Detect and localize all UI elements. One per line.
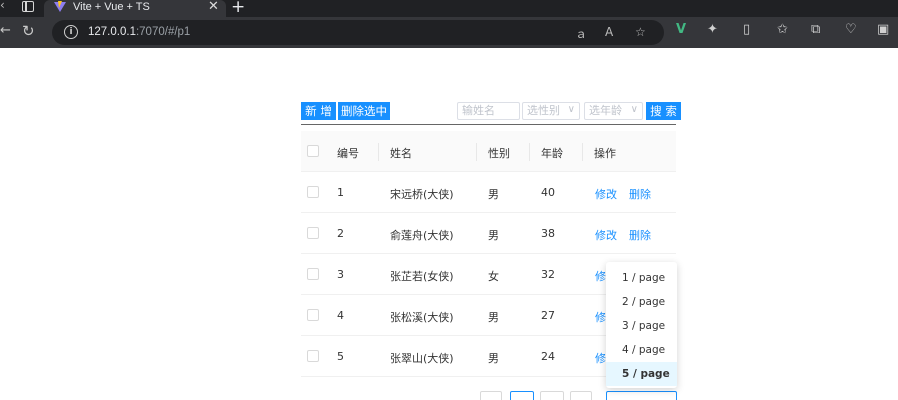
favorite-star-icon[interactable]: ☆ — [635, 25, 646, 39]
edit-link[interactable]: 修改 — [595, 227, 617, 243]
column-header-name: 姓名 — [390, 147, 412, 160]
row-checkbox[interactable] — [307, 268, 319, 280]
page-size-option[interactable]: 3 / page — [606, 314, 677, 338]
column-divider — [529, 143, 530, 161]
column-divider — [476, 143, 477, 161]
tab-actions-icon[interactable] — [22, 1, 34, 12]
prev-page-button[interactable] — [480, 391, 502, 400]
row-gender: 男 — [488, 311, 499, 324]
edit-link[interactable]: 修 — [595, 309, 606, 325]
row-name: 宋远桥(大侠) — [390, 188, 454, 201]
column-header-age: 年龄 — [541, 147, 563, 160]
row-gender: 女 — [488, 270, 499, 283]
browser-tab-bar: ‹ Vite + Vue + TS ✕ + — [0, 0, 898, 17]
name-search-input[interactable]: 输姓名 — [457, 102, 520, 120]
row-gender: 男 — [488, 188, 499, 201]
select-all-checkbox[interactable] — [307, 145, 319, 157]
age-select-placeholder: 选年龄 — [589, 104, 622, 117]
row-age: 32 — [541, 268, 555, 281]
column-header-id: 编号 — [337, 147, 359, 160]
browser-tab[interactable]: Vite + Vue + TS ✕ — [44, 0, 226, 17]
page-size-option[interactable]: 2 / page — [606, 290, 677, 314]
page-size-select[interactable] — [606, 391, 677, 400]
edit-link[interactable]: 修改 — [595, 186, 617, 202]
delete-link[interactable]: 删除 — [629, 227, 651, 243]
row-id: 4 — [337, 309, 344, 322]
tab-title: Vite + Vue + TS — [73, 1, 150, 13]
collections-icon[interactable]: ⧉ — [811, 22, 820, 37]
column-header-actions: 操作 — [594, 147, 616, 160]
tab-close-icon[interactable]: ✕ — [208, 0, 219, 14]
page-size-option[interactable]: 4 / page — [606, 338, 677, 362]
row-age: 38 — [541, 227, 555, 240]
table-row: 2 俞莲舟(大侠) 男 38 修改 删除 — [301, 213, 676, 254]
row-checkbox[interactable] — [307, 186, 319, 198]
column-divider — [582, 143, 583, 161]
add-button[interactable]: 新 增 — [301, 102, 336, 120]
page-button-active[interactable] — [510, 391, 534, 400]
row-checkbox[interactable] — [307, 350, 319, 362]
delete-selected-button[interactable]: 删除选中 — [338, 102, 390, 120]
edit-link[interactable]: 修 — [595, 350, 606, 366]
browser-essentials-icon[interactable]: ♡ — [845, 22, 857, 37]
row-age: 27 — [541, 309, 555, 322]
next-page-button[interactable] — [570, 391, 592, 400]
toolbar-divider — [301, 124, 676, 125]
search-button[interactable]: 搜 索 — [646, 102, 681, 120]
extensions-icon[interactable]: ✦ — [707, 22, 718, 37]
table-row: 1 宋远桥(大侠) 男 40 修改 删除 — [301, 172, 676, 213]
gender-select-placeholder: 选性别 — [527, 104, 560, 117]
page-size-option[interactable]: 1 / page — [606, 266, 677, 290]
row-id: 3 — [337, 268, 344, 281]
read-aloud-icon[interactable]: A — [605, 25, 613, 39]
column-divider — [378, 143, 379, 161]
favorites-icon[interactable]: ✩ — [777, 22, 788, 37]
row-gender: 男 — [488, 229, 499, 242]
row-name: 张松溪(大侠) — [390, 311, 454, 324]
tab-strip-menu-icon[interactable]: ‹ — [0, 0, 5, 12]
row-name: 俞莲舟(大侠) — [390, 229, 454, 242]
translate-icon[interactable]: ａ — [575, 25, 587, 42]
edit-link[interactable]: 修 — [595, 268, 606, 284]
row-checkbox[interactable] — [307, 309, 319, 321]
site-info-icon[interactable]: i — [64, 25, 78, 39]
gender-select[interactable]: 选性别 ∨ — [522, 102, 580, 120]
row-gender: 男 — [488, 352, 499, 365]
back-icon[interactable]: ← — [0, 23, 11, 38]
reload-icon[interactable]: ↻ — [22, 22, 35, 40]
age-select[interactable]: 选年龄 ∨ — [584, 102, 643, 120]
address-bar[interactable]: i 127.0.0.1:7070/#/p1 ａ A ☆ — [52, 20, 664, 45]
table-header: 编号 姓名 性别 年龄 操作 — [301, 131, 676, 172]
row-name: 张芷若(女侠) — [390, 270, 454, 283]
delete-link[interactable]: 删除 — [629, 186, 651, 202]
browser-toolbar: ← ↻ i 127.0.0.1:7070/#/p1 ａ A ☆ — [0, 17, 898, 48]
row-id: 2 — [337, 227, 344, 240]
row-age: 40 — [541, 186, 555, 199]
new-tab-icon[interactable]: + — [231, 0, 245, 17]
page-button[interactable] — [540, 391, 564, 400]
page-size-dropdown: 1 / page 2 / page 3 / page 4 / page 5 / … — [606, 262, 677, 388]
row-age: 24 — [541, 350, 555, 363]
page-size-option-selected[interactable]: 5 / page — [606, 362, 677, 386]
split-screen-icon[interactable]: ▯ — [743, 22, 750, 37]
address-url[interactable]: 127.0.0.1:7070/#/p1 — [88, 26, 190, 38]
chevron-down-icon: ∨ — [567, 104, 575, 115]
row-id: 5 — [337, 350, 344, 363]
chevron-down-icon: ∨ — [630, 104, 638, 115]
row-id: 1 — [337, 186, 344, 199]
copilot-icon[interactable]: ▣ — [877, 22, 889, 37]
column-header-gender: 性别 — [488, 147, 510, 160]
vite-favicon-icon — [54, 1, 66, 12]
row-name: 张翠山(大侠) — [390, 352, 454, 365]
row-checkbox[interactable] — [307, 227, 319, 239]
vue-devtools-icon[interactable]: V — [676, 22, 686, 37]
